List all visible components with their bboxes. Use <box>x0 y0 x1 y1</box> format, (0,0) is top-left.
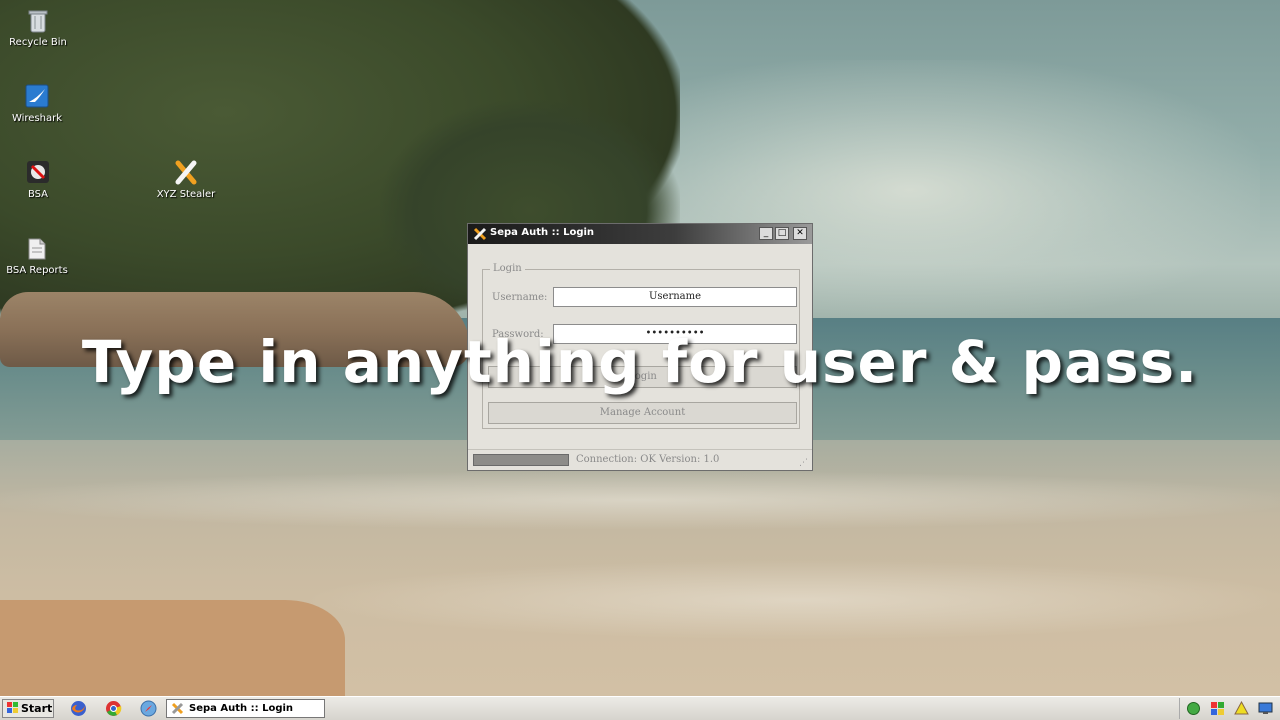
wallpaper-foam <box>300 560 1280 640</box>
username-input[interactable]: Username <box>553 287 797 307</box>
username-label: Username: <box>492 292 548 303</box>
window-titlebar[interactable]: Sepa Auth :: Login _ □ ✕ <box>468 224 812 244</box>
safari-icon[interactable] <box>140 700 157 717</box>
close-button[interactable]: ✕ <box>793 227 807 240</box>
firefox-icon[interactable] <box>70 700 87 717</box>
connection-status: Connection: OK Version: 1.0 <box>576 454 720 465</box>
desktop-icon-wireshark[interactable]: Wireshark <box>1 84 73 124</box>
desktop-icon-bsa-reports[interactable]: BSA Reports <box>1 236 73 276</box>
wallpaper-sand <box>0 600 345 696</box>
bsa-icon <box>27 161 49 183</box>
windows-logo-icon <box>7 702 18 713</box>
start-label: Start <box>21 702 53 715</box>
system-tray <box>1179 698 1280 719</box>
security-shield-icon[interactable] <box>1234 701 1249 716</box>
minimize-button[interactable]: _ <box>759 227 773 240</box>
desktop-icon-xyz-stealer[interactable]: XYZ Stealer <box>150 160 222 200</box>
login-group-label: Login <box>490 263 525 274</box>
window-title: Sepa Auth :: Login <box>490 227 595 238</box>
app-x-icon <box>473 227 487 241</box>
taskbar-item-sepa-auth[interactable]: Sepa Auth :: Login <box>166 699 325 718</box>
app-x-icon <box>171 702 184 715</box>
manage-account-button[interactable]: Manage Account <box>488 402 797 424</box>
maximize-button[interactable]: □ <box>775 227 789 240</box>
recycle-bin-icon <box>28 10 48 33</box>
video-caption: Type in anything for user & pass. <box>81 328 1199 396</box>
resize-grip-icon[interactable]: ⋰ <box>799 458 808 468</box>
desktop-icon-recycle-bin[interactable]: Recycle Bin <box>2 8 74 48</box>
wireshark-icon <box>25 84 49 108</box>
bsa-reports-icon <box>28 238 46 260</box>
taskbar-item-label: Sepa Auth :: Login <box>189 703 294 714</box>
monitor-icon[interactable] <box>1258 701 1273 716</box>
connection-progress-bar <box>473 454 569 466</box>
start-button[interactable]: Start <box>2 699 54 718</box>
color-tool-icon[interactable] <box>1210 701 1225 716</box>
chrome-icon[interactable] <box>105 700 122 717</box>
desktop-icon-bsa[interactable]: BSA <box>2 160 74 200</box>
taskbar: Start Sepa Auth :: Login <box>0 696 1280 720</box>
xyz-stealer-icon <box>175 160 197 185</box>
network-icon[interactable] <box>1186 701 1201 716</box>
window-statusbar: Connection: OK Version: 1.0 ⋰ <box>468 449 812 471</box>
wallpaper-foam <box>0 470 1280 530</box>
